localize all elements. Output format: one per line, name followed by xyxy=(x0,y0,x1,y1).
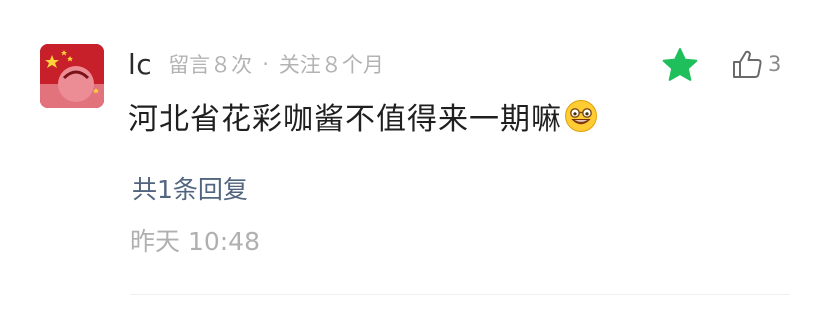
view-replies-link[interactable]: 共1条回复 xyxy=(132,170,248,206)
star-icon xyxy=(662,48,698,81)
like-button[interactable]: 3 xyxy=(730,44,781,84)
grinning-face-emoji-icon xyxy=(565,100,597,132)
like-count: 3 xyxy=(768,52,782,76)
thumbs-up-icon xyxy=(733,50,762,78)
follow-duration: 关注８个月 xyxy=(278,53,384,77)
avatar[interactable] xyxy=(40,44,104,108)
comment-header: lc 留言８次 · 关注８个月 xyxy=(128,44,384,84)
comment-content: 河北省花彩咖酱不值得来一期嘛 xyxy=(128,94,598,138)
star-button[interactable] xyxy=(660,45,700,85)
comment-text: 河北省花彩咖酱不值得来一期嘛 xyxy=(128,102,562,137)
meta-separator: · xyxy=(262,52,269,76)
divider xyxy=(130,294,790,295)
comment-item: lc 留言８次 · 关注８个月 3 河北省花彩咖酱不值得来一期嘛 共1条回复 昨… xyxy=(0,0,828,333)
message-count: 留言８次 xyxy=(168,53,253,77)
username[interactable]: lc xyxy=(128,48,152,81)
comment-timestamp: 昨天 10:48 xyxy=(130,227,260,256)
